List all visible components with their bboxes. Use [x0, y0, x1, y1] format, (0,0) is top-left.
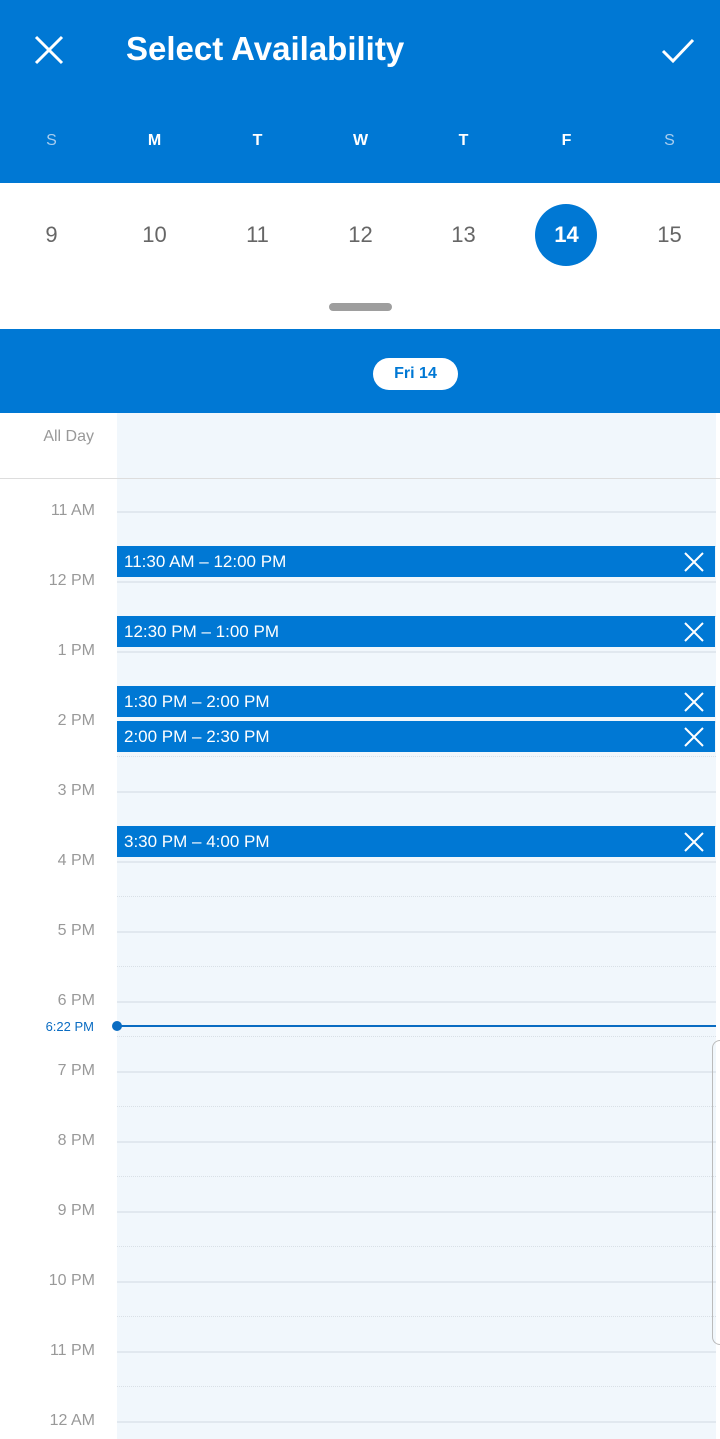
remove-slot-icon[interactable]: [683, 726, 705, 748]
hour-line: [117, 1001, 716, 1003]
hour-label: 9 PM: [57, 1202, 95, 1219]
close-icon[interactable]: [34, 35, 64, 65]
slot-label: 11:30 AM – 12:00 PM: [124, 552, 287, 571]
hour-label: 11 AM: [50, 502, 95, 519]
hour-line: [117, 1211, 716, 1213]
half-hour-line: [117, 1386, 716, 1387]
half-hour-line: [117, 1106, 716, 1107]
weekday-label: T: [252, 132, 263, 149]
hour-line: [117, 1141, 716, 1143]
half-hour-line: [117, 1246, 716, 1247]
availability-slot[interactable]: 11:30 AM – 12:00 PM: [117, 546, 715, 577]
hour-line: [117, 651, 716, 653]
slot-label: 12:30 PM – 1:00 PM: [124, 622, 279, 641]
drag-handle[interactable]: [329, 303, 392, 311]
header: Select Availability: [0, 0, 720, 183]
availability-slot[interactable]: 2:00 PM – 2:30 PM: [117, 721, 715, 752]
weekday-label: W: [352, 132, 369, 149]
hour-line: [117, 1071, 716, 1073]
date-13[interactable]: 13: [412, 222, 515, 248]
weekday-label: S: [664, 132, 675, 149]
date-10[interactable]: 10: [103, 222, 206, 248]
all-day-label: All Day: [43, 428, 94, 445]
hour-line: [117, 511, 716, 513]
half-hour-line: [117, 966, 716, 967]
hour-line: [117, 581, 716, 583]
day-pill[interactable]: Fri 14: [373, 358, 458, 390]
weekday-label: T: [458, 132, 469, 149]
hour-label: 3 PM: [57, 782, 95, 799]
hour-label: 8 PM: [57, 1132, 95, 1149]
remove-slot-icon[interactable]: [683, 831, 705, 853]
divider: [0, 478, 720, 479]
date-14[interactable]: 14: [515, 222, 618, 248]
half-hour-line: [117, 756, 716, 757]
half-hour-line: [117, 1036, 716, 1037]
hour-line: [117, 1421, 716, 1423]
hour-label: 4 PM: [57, 852, 95, 869]
hour-label: 11 PM: [49, 1342, 95, 1359]
weekday-label: F: [561, 132, 572, 149]
hour-label: 6 PM: [57, 992, 95, 1009]
half-hour-line: [117, 896, 716, 897]
slot-label: 2:00 PM – 2:30 PM: [124, 727, 270, 746]
hour-line: [117, 791, 716, 793]
half-hour-line: [117, 1176, 716, 1177]
hour-line: [117, 931, 716, 933]
slot-label: 1:30 PM – 2:00 PM: [124, 692, 270, 711]
current-time-dot: [112, 1021, 122, 1031]
current-time-label: 6:22 PM: [45, 1019, 94, 1034]
hour-label: 12 PM: [48, 572, 95, 589]
slot-label: 3:30 PM – 4:00 PM: [124, 832, 270, 851]
hour-line: [117, 1351, 716, 1353]
remove-slot-icon[interactable]: [683, 621, 705, 643]
hour-line: [117, 1281, 716, 1283]
hour-label: 12 AM: [49, 1412, 95, 1429]
hour-label: 5 PM: [57, 922, 95, 939]
current-time-line: [117, 1025, 716, 1027]
hour-label: 10 PM: [48, 1272, 95, 1289]
scrollbar[interactable]: [712, 1040, 720, 1345]
availability-slot[interactable]: 3:30 PM – 4:00 PM: [117, 826, 715, 857]
hour-label: 7 PM: [57, 1062, 95, 1079]
hour-line: [117, 861, 716, 863]
availability-slot[interactable]: 1:30 PM – 2:00 PM: [117, 686, 715, 717]
hour-label: 1 PM: [57, 642, 95, 659]
page-title: Select Availability: [126, 30, 405, 67]
day-header: [0, 329, 720, 413]
date-15[interactable]: 15: [618, 222, 720, 248]
weekday-label: S: [46, 132, 57, 149]
availability-slot[interactable]: 12:30 PM – 1:00 PM: [117, 616, 715, 647]
date-11[interactable]: 11: [206, 222, 309, 248]
date-9[interactable]: 9: [0, 222, 103, 248]
remove-slot-icon[interactable]: [683, 551, 705, 573]
remove-slot-icon[interactable]: [683, 691, 705, 713]
half-hour-line: [117, 1316, 716, 1317]
checkmark-icon[interactable]: [661, 38, 695, 64]
hour-label: 2 PM: [57, 712, 95, 729]
date-12[interactable]: 12: [309, 222, 412, 248]
weekday-label: M: [147, 132, 162, 149]
